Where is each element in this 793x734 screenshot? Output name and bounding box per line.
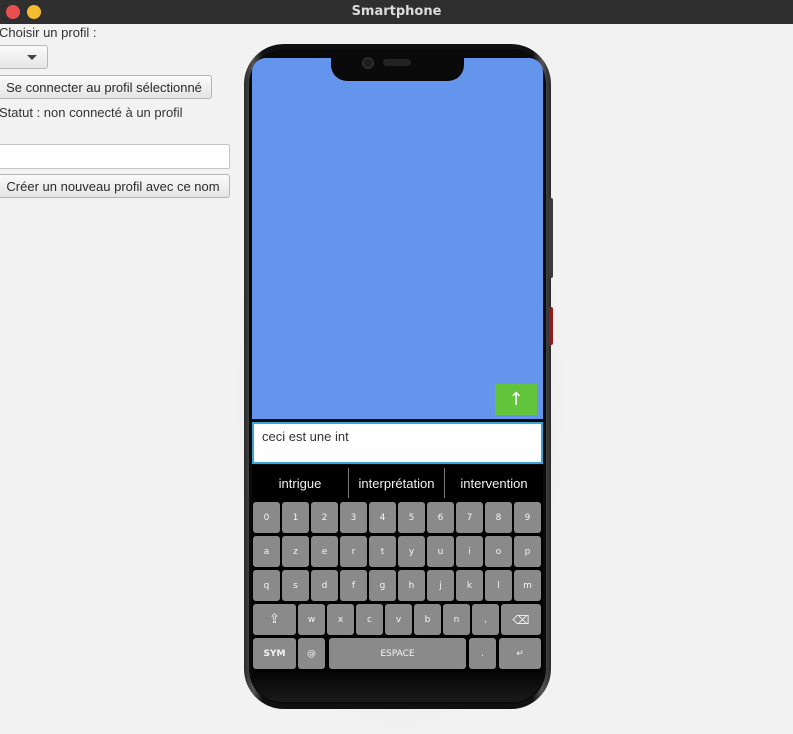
camera-icon [362,57,374,69]
shift-key[interactable]: ⇪ [253,604,296,635]
key-l[interactable]: l [485,570,512,601]
key-y[interactable]: y [398,536,425,567]
key-u[interactable]: u [427,536,454,567]
key-w[interactable]: w [298,604,325,635]
key-6[interactable]: 6 [427,502,454,533]
suggestion-3[interactable]: intervention [445,468,543,498]
key-5[interactable]: 5 [398,502,425,533]
key-comma[interactable]: , [472,604,499,635]
key-h[interactable]: h [398,570,425,601]
key-a[interactable]: a [253,536,280,567]
key-v[interactable]: v [385,604,412,635]
speaker-icon [383,59,411,66]
window-title: Smartphone [351,4,442,19]
key-9[interactable]: 9 [514,502,541,533]
key-k[interactable]: k [456,570,483,601]
key-j[interactable]: j [427,570,454,601]
chevron-down-icon [27,55,37,60]
space-key[interactable]: ESPACE [329,638,466,669]
key-b[interactable]: b [414,604,441,635]
key-q[interactable]: q [253,570,280,601]
suggestion-bar: intrigue interprétation intervention [252,465,543,501]
key-g[interactable]: g [369,570,396,601]
profile-select[interactable] [0,45,48,69]
key-p[interactable]: p [514,536,541,567]
key-i[interactable]: i [456,536,483,567]
key-1[interactable]: 1 [282,502,309,533]
key-m[interactable]: m [514,570,541,601]
key-4[interactable]: 4 [369,502,396,533]
key-7[interactable]: 7 [456,502,483,533]
arrow-up-icon: ↑ [508,389,524,410]
key-e[interactable]: e [311,536,338,567]
volume-button [549,198,553,278]
backspace-key[interactable]: ⌫ [501,604,541,635]
key-d[interactable]: d [311,570,338,601]
key-x[interactable]: x [327,604,354,635]
message-input[interactable]: ceci est une int [252,422,543,464]
send-button[interactable]: ↑ [495,384,537,415]
choose-profile-label: Choisir un profil : [0,25,97,40]
key-c[interactable]: c [356,604,383,635]
key-f[interactable]: f [340,570,367,601]
virtual-keyboard: 0 1 2 3 4 5 6 7 8 9 a z e r t y u i o p … [252,500,543,672]
status-label: Statut : non connecté à un profil [0,105,183,120]
key-z[interactable]: z [282,536,309,567]
key-period[interactable]: . [469,638,496,669]
key-o[interactable]: o [485,536,512,567]
key-2[interactable]: 2 [311,502,338,533]
phone-notch [331,51,464,81]
phone-chin [252,672,543,702]
enter-key[interactable]: ↵ [499,638,541,669]
key-r[interactable]: r [340,536,367,567]
suggestion-2[interactable]: interprétation [349,468,444,498]
title-bar: Smartphone [0,0,793,24]
power-button [549,307,553,345]
key-at[interactable]: @ [298,638,325,669]
key-s[interactable]: s [282,570,309,601]
key-0[interactable]: 0 [253,502,280,533]
key-8[interactable]: 8 [485,502,512,533]
key-t[interactable]: t [369,536,396,567]
sym-key[interactable]: SYM [253,638,296,669]
create-profile-button[interactable]: Créer un nouveau profil avec ce nom [0,174,230,198]
key-n[interactable]: n [443,604,470,635]
key-3[interactable]: 3 [340,502,367,533]
phone-screen [252,58,543,419]
new-profile-name-input[interactable] [0,144,230,169]
suggestion-1[interactable]: intrigue [252,468,348,498]
connect-profile-button[interactable]: Se connecter au profil sélectionné [0,75,212,99]
